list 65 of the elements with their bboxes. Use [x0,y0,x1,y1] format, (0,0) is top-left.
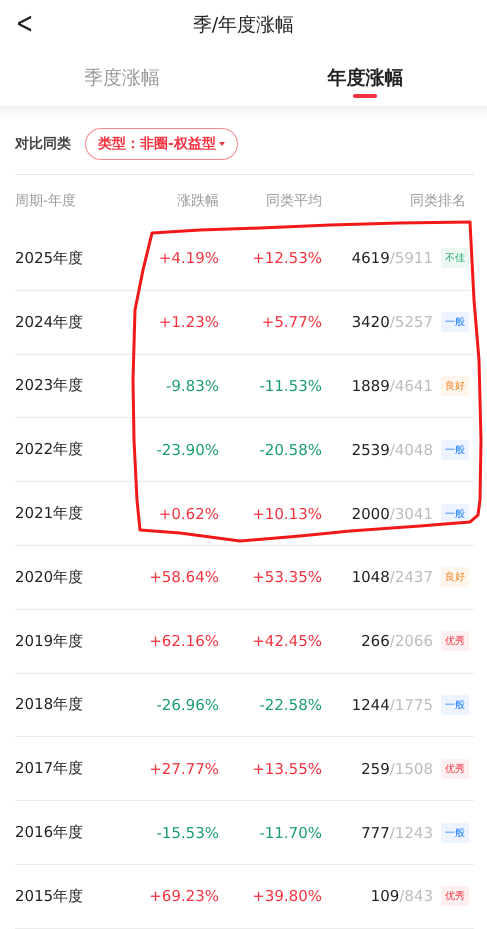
rating-badge: 一般 [441,822,469,843]
rating-badge: 一般 [441,504,469,524]
back-button[interactable]: < [12,6,36,41]
change-cell-text: +1.23% [158,313,219,332]
filter-label: 对比同类 [15,135,71,153]
rating-badge: 优秀 [441,758,469,779]
change-cell-text: +62.16% [148,632,219,650]
change-cell-text: +58.64% [148,568,219,586]
change-cell-text: +27.77% [148,760,219,778]
change-cell-text: -23.90% [155,440,219,459]
average-cell-text: +12.53% [251,249,322,268]
column-header: 同类平均 [265,192,322,210]
period-cell-text: 2021年度 [15,504,84,524]
rank-cell-text: 1244/1775 [350,696,433,714]
average-cell-text: +53.35% [251,568,322,586]
rank-cell-text: 1889/4641 [350,376,433,395]
rank-cell-text: 777/1243 [360,824,433,842]
rank-cell-text: 259/1508 [360,760,433,778]
change-cell-text: +0.62% [158,504,219,523]
rating-badge: 优秀 [441,886,469,906]
change-cell-text: -15.53% [155,824,219,842]
change-cell-text: -26.96% [155,696,219,714]
average-cell-text: +39.80% [251,887,322,906]
change-cell-text: -9.83% [164,376,219,395]
rating-badge: 一般 [441,694,469,715]
rank-cell-text: 109/843 [370,887,433,906]
type-dropdown[interactable]: 类型：非圈-权益型 [85,128,238,160]
period-cell-text: 2015年度 [15,886,84,906]
rating-badge: 一般 [441,440,469,460]
change-cell-text: +69.23% [148,887,219,906]
column-header: 同类排名 [409,192,466,210]
rank-cell-text: 4619/5911 [350,249,433,268]
period-cell-text: 2018年度 [15,695,84,714]
period-cell-text: 2017年度 [15,759,84,778]
rating-badge: 良好 [441,567,469,588]
average-cell-text: +10.13% [251,504,322,523]
change-cell-text: +4.19% [158,249,219,268]
period-cell-text: 2024年度 [15,312,84,332]
rank-cell-text: 266/2066 [360,632,433,650]
page-title: 季/年度涨幅 [192,13,294,38]
rank-cell-text: 3420/5257 [350,313,433,332]
average-cell-text: -11.70% [258,824,322,842]
average-cell-text: +42.45% [251,632,322,650]
average-cell-text: -11.53% [258,376,322,395]
rating-badge: 一般 [441,312,469,332]
tab[interactable]: 年度涨幅 [244,50,487,106]
period-cell-text: 2019年度 [15,632,84,651]
rating-badge: 优秀 [441,631,469,652]
average-cell-text: +5.77% [260,313,322,332]
rank-cell-text: 2000/3041 [350,504,433,523]
period-cell-text: 2023年度 [15,376,84,396]
rank-cell-text: 2539/4048 [350,440,433,459]
average-cell-text: -20.58% [258,440,322,459]
column-header: 涨跌幅 [176,192,219,210]
column-header: 周期-年度 [15,192,78,210]
period-cell-text: 2020年度 [15,568,84,587]
period-cell-text: 2022年度 [15,440,84,460]
average-cell-text: -22.58% [258,696,322,714]
rating-badge: 良好 [441,376,469,396]
period-cell-text: 2016年度 [15,823,84,842]
average-cell-text: +13.55% [251,760,322,778]
caret-icon [218,142,225,146]
rating-badge: 不佳 [441,248,469,268]
rank-cell-text: 1048/2437 [350,568,433,586]
period-cell-text: 2025年度 [15,248,84,268]
